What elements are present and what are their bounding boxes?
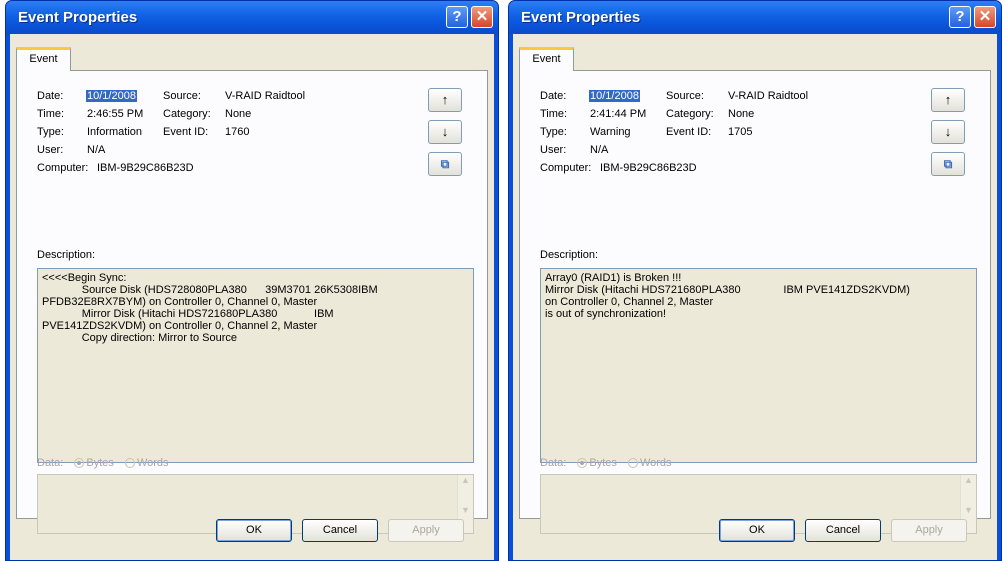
event-tab-panel: Date: 10/1/2008 Time: 2:41:44 PM Type: W… — [519, 70, 991, 534]
computer-label: Computer: — [540, 162, 592, 174]
help-button[interactable]: ? — [446, 6, 468, 28]
data-format-row: Data: Bytes Words — [37, 457, 169, 469]
computer-value: IBM-9B29C86B23D — [600, 162, 697, 174]
bytes-radio-label: Bytes — [589, 457, 617, 469]
title-bar[interactable]: Event Properties ? ✕ — [6, 1, 498, 34]
user-value: N/A — [590, 144, 609, 156]
tab-event[interactable]: Event — [519, 47, 574, 71]
source-label: Source: — [666, 90, 704, 102]
time-value: 2:46:55 PM — [87, 108, 144, 120]
bytes-radio[interactable] — [577, 458, 588, 469]
help-button[interactable]: ? — [949, 6, 971, 28]
copy-icon: ⧉ — [440, 157, 450, 171]
event-tab-panel: Date: 10/1/2008 Time: 2:46:55 PM Type: I… — [16, 70, 488, 534]
words-radio[interactable] — [627, 458, 638, 469]
event-id-value: 1705 — [728, 126, 753, 138]
apply-button: Apply — [891, 519, 967, 542]
time-label: Time: — [37, 108, 65, 120]
computer-label: Computer: — [37, 162, 89, 174]
source-label: Source: — [163, 90, 201, 102]
description-text[interactable]: Array0 (RAID1) is Broken !!! Mirror Disk… — [540, 268, 977, 463]
previous-event-button[interactable]: ↑ — [428, 88, 462, 112]
arrow-down-icon: ↓ — [944, 124, 952, 139]
event-properties-dialog-2: Event Properties ? ✕ Event Date: 10/1/20… — [508, 0, 1002, 561]
description-label: Description: — [540, 249, 599, 261]
event-id-label: Event ID: — [666, 126, 712, 138]
arrow-down-icon: ↓ — [441, 124, 449, 139]
date-value[interactable]: 10/1/2008 — [86, 90, 137, 102]
type-label: Type: — [540, 126, 567, 138]
copy-button[interactable]: ⧉ — [428, 152, 462, 176]
bytes-radio-label: Bytes — [86, 457, 114, 469]
apply-button: Apply — [388, 519, 464, 542]
close-button[interactable]: ✕ — [471, 6, 493, 28]
ok-button[interactable]: OK — [216, 519, 292, 542]
copy-icon: ⧉ — [943, 157, 953, 171]
words-radio-label: Words — [639, 457, 672, 469]
time-label: Time: — [540, 108, 568, 120]
next-event-button[interactable]: ↓ — [931, 120, 965, 144]
type-label: Type: — [37, 126, 64, 138]
source-value: V-RAID Raidtool — [728, 90, 809, 102]
date-label: Date: — [540, 90, 567, 102]
description-text[interactable]: <<<<Begin Sync: Source Disk (HDS728080PL… — [37, 268, 474, 463]
ok-button[interactable]: OK — [719, 519, 795, 542]
cancel-button[interactable]: Cancel — [302, 519, 378, 542]
data-label: Data: — [540, 457, 567, 469]
user-label: User: — [37, 144, 64, 156]
computer-value: IBM-9B29C86B23D — [97, 162, 194, 174]
data-label: Data: — [37, 457, 64, 469]
arrow-up-icon: ↑ — [441, 92, 449, 107]
user-value: N/A — [87, 144, 106, 156]
description-label: Description: — [37, 249, 96, 261]
event-properties-dialog-1: Event Properties ? ✕ Event Date: 10/1/20… — [5, 0, 499, 561]
type-value: Information — [87, 126, 143, 138]
type-value: Warning — [590, 126, 631, 138]
category-label: Category: — [666, 108, 714, 120]
arrow-up-icon: ↑ — [944, 92, 952, 107]
dialog-client: Event Date: 10/1/2008 Time: 2:46:55 PM T… — [10, 34, 494, 560]
words-radio-label: Words — [136, 457, 169, 469]
words-radio[interactable] — [124, 458, 135, 469]
date-label: Date: — [37, 90, 64, 102]
window-title: Event Properties — [18, 9, 138, 26]
source-value: V-RAID Raidtool — [225, 90, 306, 102]
event-id-value: 1760 — [225, 126, 250, 138]
cancel-button[interactable]: Cancel — [805, 519, 881, 542]
dialog-client: Event Date: 10/1/2008 Time: 2:41:44 PM T… — [513, 34, 997, 560]
window-title: Event Properties — [521, 9, 641, 26]
title-bar[interactable]: Event Properties ? ✕ — [509, 1, 1001, 34]
category-label: Category: — [163, 108, 211, 120]
next-event-button[interactable]: ↓ — [428, 120, 462, 144]
tab-event[interactable]: Event — [16, 47, 71, 71]
copy-button[interactable]: ⧉ — [931, 152, 965, 176]
user-label: User: — [540, 144, 567, 156]
bytes-radio[interactable] — [74, 458, 85, 469]
category-value: None — [728, 108, 755, 120]
event-id-label: Event ID: — [163, 126, 209, 138]
time-value: 2:41:44 PM — [590, 108, 647, 120]
previous-event-button[interactable]: ↑ — [931, 88, 965, 112]
date-value[interactable]: 10/1/2008 — [589, 90, 640, 102]
data-format-row: Data: Bytes Words — [540, 457, 672, 469]
close-button[interactable]: ✕ — [974, 6, 996, 28]
category-value: None — [225, 108, 252, 120]
